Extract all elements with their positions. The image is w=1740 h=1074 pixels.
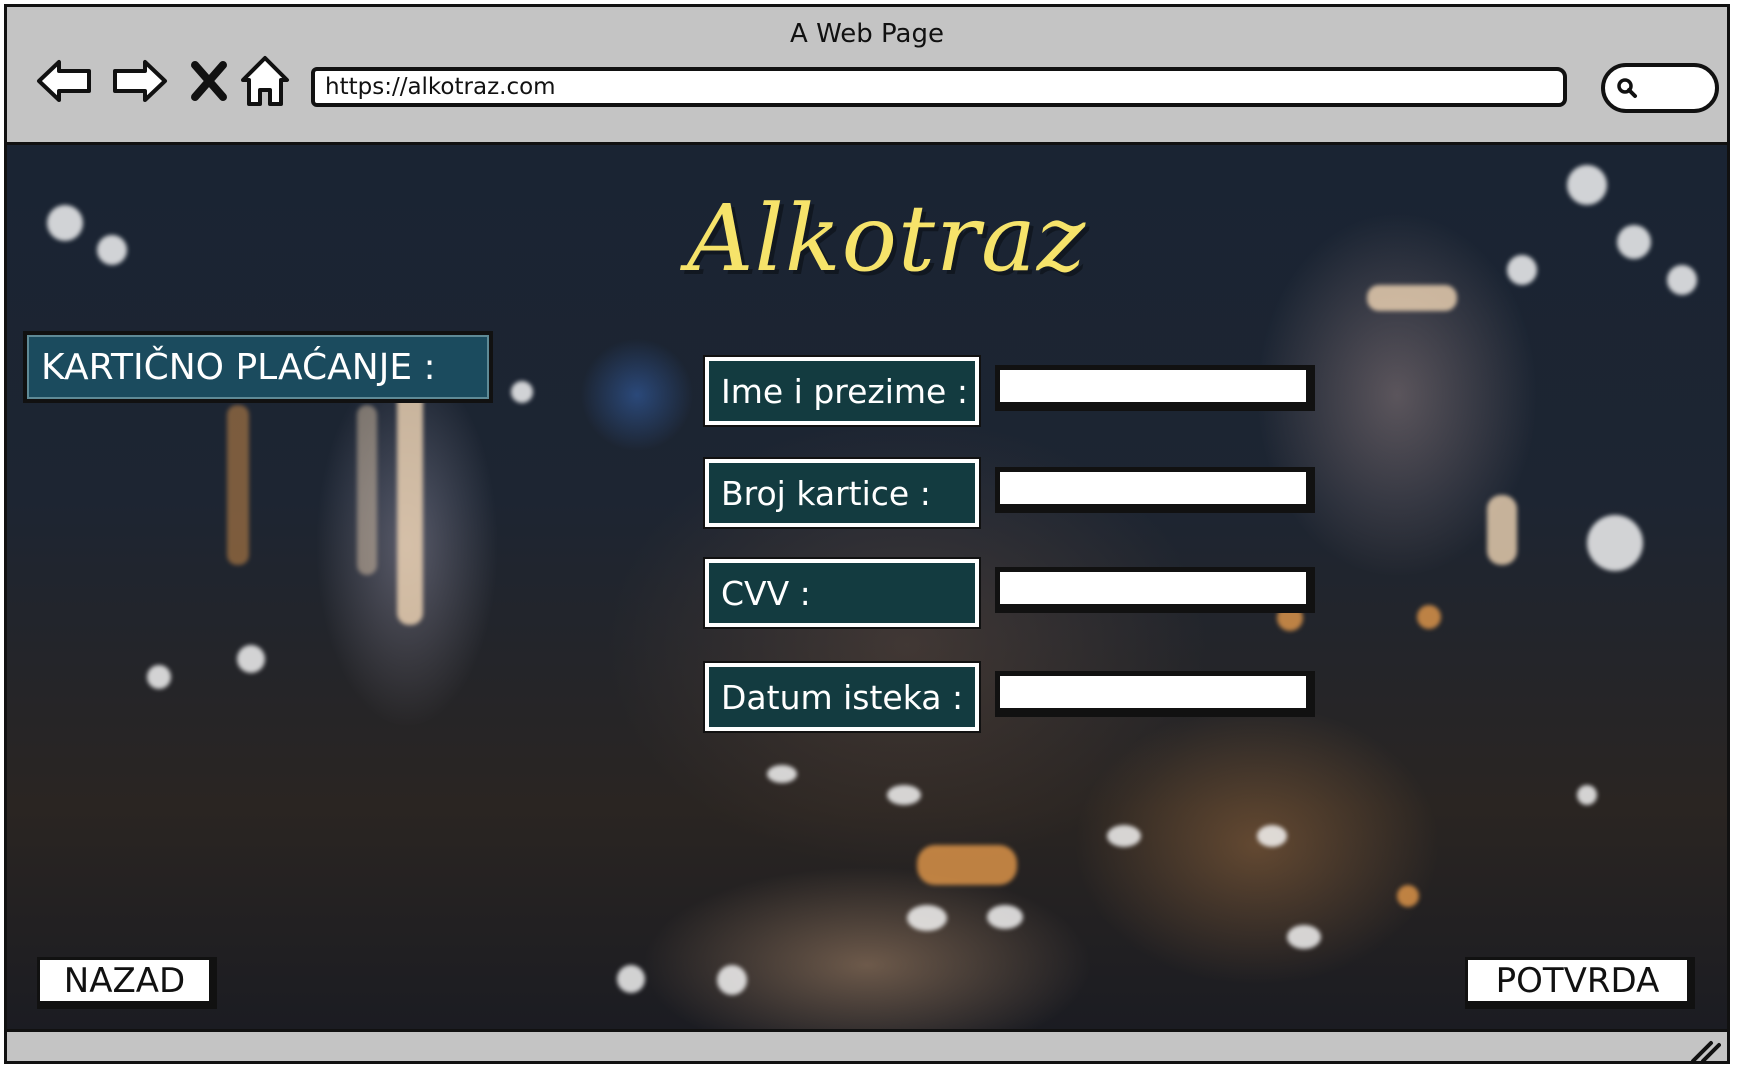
bokeh-light	[767, 765, 797, 783]
browser-window: A Web Page https://alkotraz.com Alkotraz…	[4, 4, 1730, 1064]
bokeh-light	[1507, 255, 1537, 285]
bokeh-light	[1667, 265, 1697, 295]
bokeh-light	[1617, 225, 1651, 259]
bokeh-light	[1587, 515, 1643, 571]
card-number-input[interactable]	[995, 467, 1315, 513]
bokeh-light	[397, 375, 423, 625]
bokeh-light	[1397, 885, 1419, 907]
form-row-card-number: Broj kartice :	[703, 457, 1319, 529]
bokeh-light	[1567, 165, 1607, 205]
confirm-button[interactable]: POTVRDA	[1465, 957, 1695, 1009]
back-button[interactable]: NAZAD	[37, 957, 217, 1009]
bokeh-light	[1107, 825, 1141, 847]
bokeh-light	[227, 405, 249, 565]
bokeh-light	[237, 645, 265, 673]
close-x-icon[interactable]	[177, 49, 241, 113]
bokeh-light	[987, 905, 1023, 929]
label-cvv: CVV :	[703, 557, 981, 629]
bokeh-light	[1577, 785, 1597, 805]
bokeh-light	[1257, 825, 1287, 847]
bokeh-light	[1487, 495, 1517, 565]
status-bar	[7, 1029, 1727, 1064]
page-content: Alkotraz KARTIČNO PLAĆANJE : Ime i prezi…	[7, 145, 1727, 1029]
bokeh-light	[907, 905, 947, 931]
search-icon	[1617, 78, 1637, 98]
browser-search-box[interactable]	[1601, 63, 1719, 113]
label-expiry-date: Datum isteka :	[703, 661, 981, 733]
full-name-input[interactable]	[995, 365, 1315, 411]
cvv-input[interactable]	[995, 567, 1315, 613]
bokeh-light	[1367, 285, 1457, 311]
label-card-number: Broj kartice :	[703, 457, 981, 529]
bokeh-light	[917, 845, 1017, 885]
bokeh-light	[47, 205, 83, 241]
bokeh-light	[1417, 605, 1441, 629]
bokeh-light	[887, 785, 921, 805]
url-text: https://alkotraz.com	[325, 74, 556, 100]
expiry-date-input[interactable]	[995, 671, 1315, 717]
form-row-cvv: CVV :	[703, 557, 1319, 629]
back-arrow-icon[interactable]	[33, 49, 97, 113]
bokeh-light	[1287, 925, 1321, 949]
form-row-name: Ime i prezime :	[703, 355, 1319, 427]
bokeh-light	[511, 381, 533, 403]
bokeh-light	[717, 965, 747, 995]
section-title-card-payment: KARTIČNO PLAĆANJE :	[23, 331, 493, 403]
home-icon[interactable]	[233, 49, 297, 113]
window-title: A Web Page	[790, 19, 944, 49]
url-bar[interactable]: https://alkotraz.com	[311, 67, 1567, 107]
site-logo: Alkotraz	[687, 185, 1087, 292]
bokeh-light	[97, 235, 127, 265]
browser-toolbar: A Web Page https://alkotraz.com	[7, 7, 1727, 145]
label-full-name: Ime i prezime :	[703, 355, 981, 427]
bokeh-light	[357, 405, 377, 575]
bokeh-light	[147, 665, 171, 689]
resize-handle-icon[interactable]	[1689, 1035, 1721, 1064]
form-row-expiry: Datum isteka :	[703, 661, 1319, 733]
forward-arrow-icon[interactable]	[107, 49, 171, 113]
bokeh-light	[617, 965, 645, 993]
